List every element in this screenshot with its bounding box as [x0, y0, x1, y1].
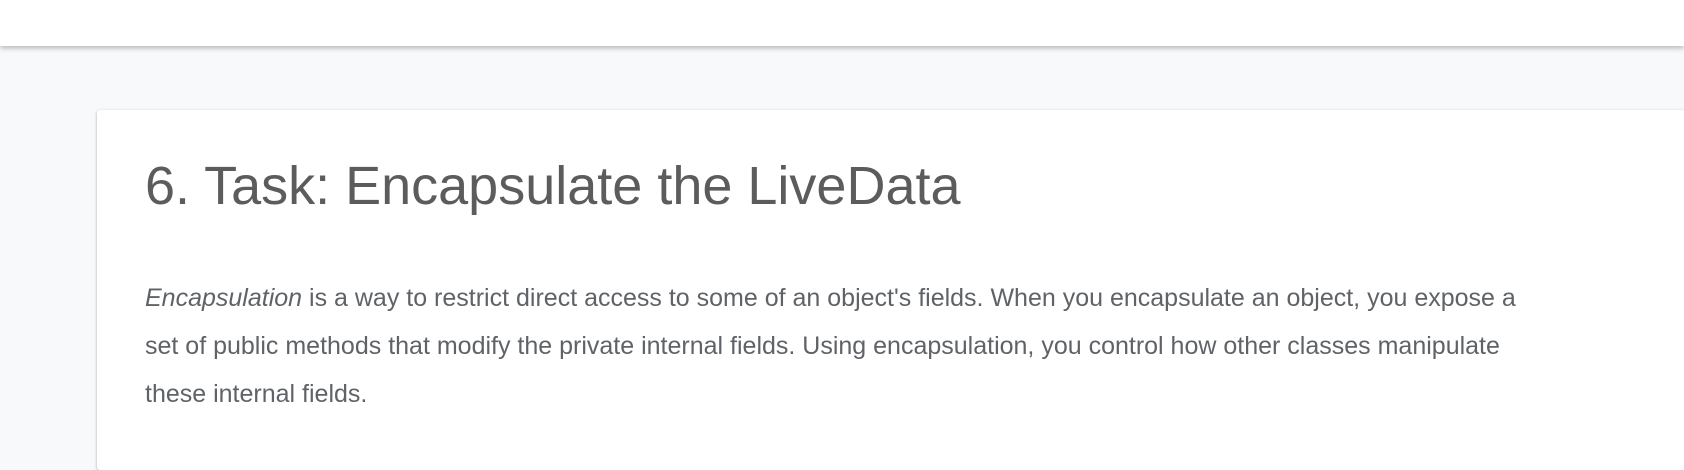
page-title: 6. Task: Encapsulate the LiveData	[145, 156, 961, 216]
top-app-bar	[0, 0, 1684, 46]
content-card: 6. Task: Encapsulate the LiveData Encaps…	[97, 110, 1684, 470]
intro-paragraph: Encapsulation is a way to restrict direc…	[145, 274, 1555, 418]
paragraph-text: is a way to restrict direct access to so…	[145, 284, 1516, 408]
emphasis-term: Encapsulation	[145, 284, 303, 312]
